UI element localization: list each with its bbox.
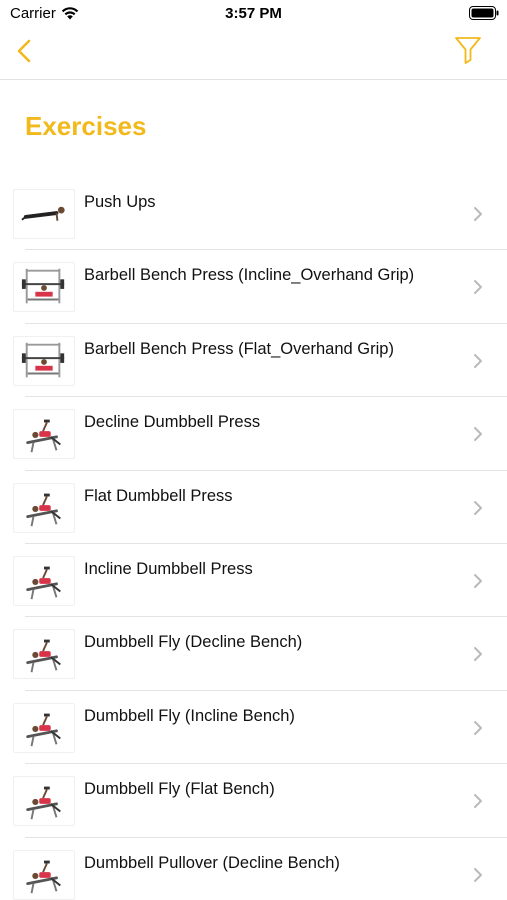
page-title: Exercises — [25, 111, 147, 141]
exercise-list-item[interactable]: Push Ups — [0, 177, 507, 251]
exercise-list-item[interactable]: Dumbbell Fly (Incline Bench) — [0, 691, 507, 765]
exercise-list-item[interactable]: Dumbbell Fly (Flat Bench) — [0, 764, 507, 838]
chevron-right-icon — [473, 646, 483, 662]
exercise-name: Flat Dumbbell Press — [84, 486, 233, 505]
exercise-thumbnail — [13, 482, 75, 533]
exercise-thumbnail — [13, 189, 75, 239]
chevron-right-icon — [473, 353, 483, 369]
exercise-name: Barbell Bench Press (Flat_Overhand Grip) — [84, 339, 394, 358]
exercise-list-item[interactable]: Decline Dumbbell Press — [0, 397, 507, 471]
filter-funnel-icon — [454, 35, 482, 70]
exercise-name: Incline Dumbbell Press — [84, 559, 253, 578]
exercise-name: Decline Dumbbell Press — [84, 413, 261, 432]
exercise-list-item[interactable]: Barbell Bench Press (Flat_Overhand Grip) — [0, 324, 507, 398]
battery-icon — [469, 6, 499, 20]
exercise-list: Push Ups Barbell Bench Press (Incline_Ove… — [0, 177, 507, 900]
chevron-right-icon — [473, 500, 483, 516]
status-bar: Carrier 3:57 PM — [0, 0, 507, 28]
chevron-right-icon — [473, 720, 483, 736]
filter-button[interactable] — [451, 34, 485, 70]
chevron-right-icon — [473, 426, 483, 442]
back-button[interactable] — [8, 36, 40, 70]
exercise-thumbnail — [13, 629, 75, 680]
exercise-thumbnail — [13, 702, 75, 753]
exercise-name: Barbell Bench Press (Incline_Overhand Gr… — [84, 266, 415, 285]
chevron-right-icon — [473, 867, 483, 883]
exercise-thumbnail — [13, 335, 75, 386]
chevron-right-icon — [473, 206, 483, 222]
exercise-thumbnail — [13, 776, 75, 827]
exercise-list-item[interactable]: Barbell Bench Press (Incline_Overhand Gr… — [0, 250, 507, 324]
exercise-list-item[interactable]: Incline Dumbbell Press — [0, 544, 507, 618]
exercise-list-item[interactable]: Flat Dumbbell Press — [0, 471, 507, 544]
exercise-list-item[interactable]: Dumbbell Fly (Decline Bench) — [0, 617, 507, 691]
exercise-list-item[interactable]: Dumbbell Pullover (Decline Bench) — [0, 838, 507, 900]
exercise-thumbnail — [13, 262, 75, 313]
status-time: 3:57 PM — [225, 5, 282, 22]
exercise-name: Dumbbell Fly (Flat Bench) — [84, 780, 275, 799]
exercise-thumbnail — [13, 555, 75, 606]
exercise-name: Dumbbell Fly (Incline Bench) — [84, 706, 295, 725]
chevron-right-icon — [473, 793, 483, 809]
chevron-right-icon — [473, 279, 483, 295]
navigation-bar — [0, 28, 507, 80]
chevron-left-icon — [17, 39, 31, 68]
chevron-right-icon — [473, 573, 483, 589]
exercise-thumbnail — [13, 849, 75, 900]
exercise-name: Dumbbell Fly (Decline Bench) — [84, 633, 303, 652]
exercise-name: Dumbbell Pullover (Decline Bench) — [84, 853, 340, 872]
exercise-thumbnail — [13, 409, 75, 460]
exercise-name: Push Ups — [84, 193, 156, 211]
